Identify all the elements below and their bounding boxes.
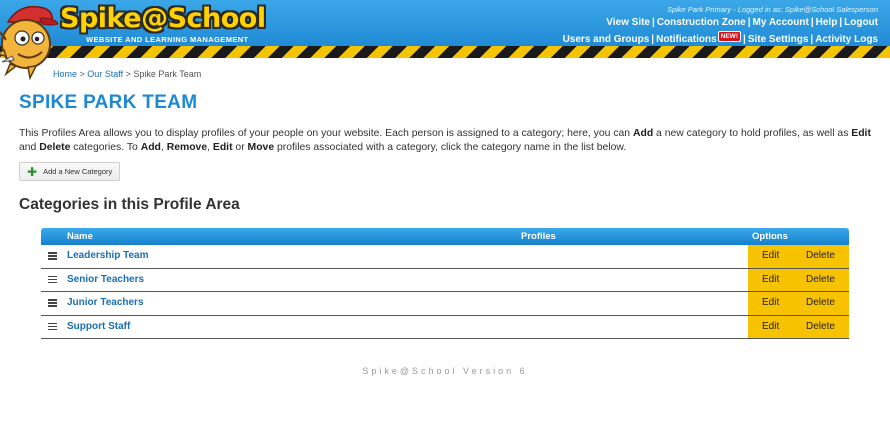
nav-separator: | [839,17,843,28]
add-category-button[interactable]: ✚ Add a New Category [19,162,120,181]
hazard-stripe [0,46,890,58]
logo-subtitle: WEBSITE AND LEARNING MANAGEMENT [86,35,249,44]
categories-table: Name Profiles Options Leadership Team Ed… [41,228,849,339]
delete-button[interactable]: Delete [806,250,835,261]
nav-separator: | [810,34,814,45]
edit-button[interactable]: Edit [762,321,779,332]
breadcrumb-separator: > [123,69,134,79]
breadcrumb-our-staff[interactable]: Our Staff [87,69,123,79]
intro-segment: profiles associated with a category, cli… [274,141,627,153]
top-nav-secondary: Users and Groups | Notifications NEW! | Site … [563,31,878,45]
nav-construction-zone[interactable]: Construction Zone [657,17,746,28]
header-profiles: Profiles [521,231,556,242]
intro-segment: a new category to hold profiles, as well… [653,128,852,139]
drag-handle-icon[interactable] [48,299,57,307]
delete-button[interactable]: Delete [806,321,835,332]
intro-bold: Delete [39,141,71,153]
nav-activity-logs[interactable]: Activity Logs [815,34,878,45]
nav-my-account[interactable]: My Account [753,17,809,28]
category-link-junior-teachers[interactable]: Junior Teachers [67,297,144,308]
intro-segment: and [19,141,40,153]
category-link-leadership-team[interactable]: Leadership Team [67,250,149,261]
table-row: Junior Teachers Edit Delete [41,292,849,316]
row-options: Edit Delete [748,315,849,338]
table-row: Senior Teachers Edit Delete [41,268,849,292]
nav-view-site[interactable]: View Site [606,17,650,28]
nav-separator: | [810,17,814,28]
edit-button[interactable]: Edit [762,297,779,308]
nav-separator: | [651,34,655,45]
top-nav-primary: View Site | Construction Zone | My Account | H… [606,17,878,28]
delete-button[interactable]: Delete [806,297,835,308]
intro-bold: Add [140,141,161,153]
section-title: Categories in this Profile Area [19,196,240,213]
logged-in-info: Spike Park Primary - Logged in as: Spike… [666,5,878,14]
row-options: Edit Delete [748,245,849,268]
mascot-icon [0,5,59,80]
table-header: Name Profiles Options [41,228,849,245]
intro-segment: This Profiles Area allows you to display… [19,128,633,139]
intro-bold: Edit [851,128,871,139]
delete-button[interactable]: Delete [806,274,835,285]
header-name: Name [67,231,93,242]
plus-icon: ✚ [27,164,38,179]
row-options: Edit Delete [748,268,849,291]
breadcrumb-current: Spike Park Team [133,69,202,79]
nav-separator: | [743,34,746,45]
row-options: Edit Delete [748,292,849,315]
intro-bold: Add [632,128,654,139]
spike-school-logo[interactable]: Spike@School WEBSITE AND LEARNING MANAGE… [60,3,266,45]
breadcrumb: Home > Our Staff > Spike Park Team [53,69,201,79]
category-link-senior-teachers[interactable]: Senior Teachers [67,274,144,285]
nav-users-and-groups[interactable]: Users and Groups [563,34,650,45]
drag-handle-icon[interactable] [48,252,57,260]
intro-bold: Move [247,141,275,153]
table-row: Leadership Team Edit Delete [41,245,849,269]
add-category-label: Add a New Category [43,167,113,176]
category-link-support-staff[interactable]: Support Staff [67,321,130,332]
intro-text: This Profiles Area allows you to display… [19,127,871,154]
drag-handle-icon[interactable] [48,322,57,331]
header-options: Options [752,231,788,242]
page-title: SPIKE PARK TEAM [19,92,198,113]
intro-segment: categories. To [70,141,141,153]
table-row: Support Staff Edit Delete [41,315,849,339]
edit-button[interactable]: Edit [762,250,779,261]
intro-bold: Remove [166,141,208,153]
new-badge: NEW! [717,31,741,42]
nav-logout[interactable]: Logout [844,17,878,28]
edit-button[interactable]: Edit [762,274,779,285]
nav-help[interactable]: Help [816,17,838,28]
intro-bold: Edit [212,141,233,153]
footer-version: Spike@School Version 6 [362,366,528,376]
nav-separator: | [747,17,751,28]
nav-notifications[interactable]: Notifications [656,34,717,45]
site-header: Spike@School WEBSITE AND LEARNING MANAGE… [0,0,890,58]
breadcrumb-separator: > [77,69,88,79]
logo-title: Spike@School [60,3,266,34]
nav-site-settings[interactable]: Site Settings [748,34,809,45]
drag-handle-icon[interactable] [48,275,57,284]
nav-separator: | [652,17,655,28]
intro-segment: or [232,141,248,153]
